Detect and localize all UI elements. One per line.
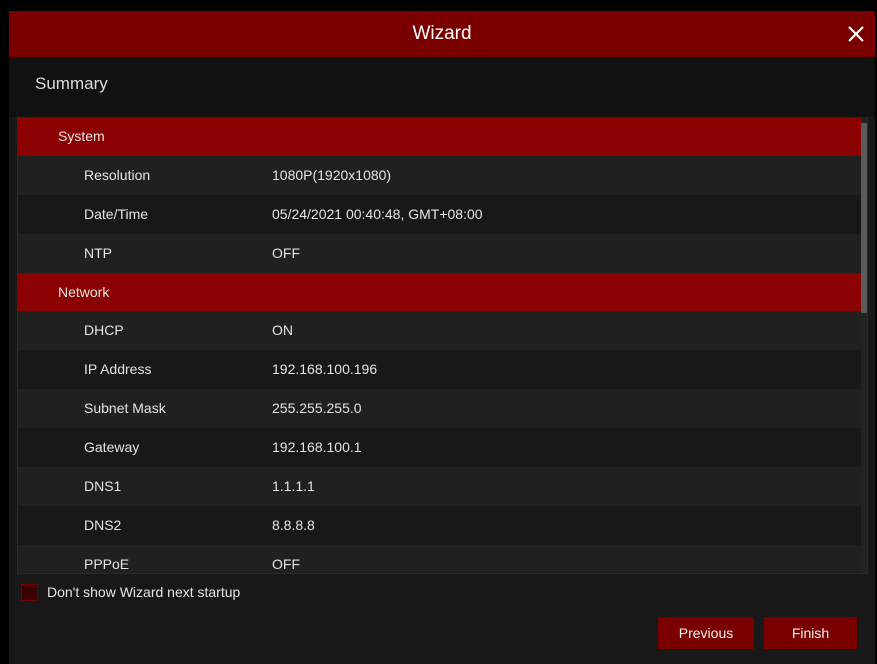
summary-rows: System Resolution 1080P(1920x1080) Date/… [18,117,861,573]
section-header-system: System [18,117,861,156]
summary-table: System Resolution 1080P(1920x1080) Date/… [17,117,868,574]
row-label: NTP [84,244,112,261]
close-icon [848,26,864,42]
scroll-down-arrow-icon[interactable] [861,567,867,573]
scrollbar-thumb[interactable] [861,123,867,313]
section-label: Network [58,283,110,300]
table-row: Resolution 1080P(1920x1080) [18,155,861,195]
row-value: 1.1.1.1 [272,478,315,495]
table-row: NTP OFF [18,233,861,273]
page-title: Summary [35,74,108,93]
title-bar: Wizard [9,11,875,57]
previous-button[interactable]: Previous [658,617,754,649]
close-button[interactable] [841,19,871,49]
row-value: 192.168.100.196 [272,361,378,378]
row-value: OFF [272,244,300,261]
row-label: DNS1 [84,478,122,495]
row-value: 192.168.100.1 [272,439,362,456]
row-label: IP Address [84,361,152,378]
page-header: Summary [9,57,875,117]
table-row: DHCP ON [18,311,861,351]
window-title: Wizard [412,23,472,44]
row-label: Subnet Mask [84,400,166,417]
row-value: 05/24/2021 00:40:48, GMT+08:00 [272,205,483,222]
row-value: ON [272,322,293,339]
table-row: PPPoE OFF [18,544,861,573]
row-label: DHCP [84,322,124,339]
row-label: Date/Time [84,205,149,222]
table-row: IP Address 192.168.100.196 [18,350,861,390]
table-row: DNS1 1.1.1.1 [18,467,861,506]
vertical-scrollbar[interactable] [861,117,867,573]
dont-show-checkbox[interactable] [21,584,38,601]
table-row: Subnet Mask 255.255.255.0 [18,389,861,429]
dont-show-label: Don't show Wizard next startup [47,584,241,600]
section-label: System [58,128,105,144]
table-row: DNS2 8.8.8.8 [18,505,861,545]
finish-button[interactable]: Finish [764,617,857,649]
wizard-window: Wizard Summary System Resolution 1080P(1… [9,11,875,664]
row-value: OFF [272,555,300,572]
table-row: Date/Time 05/24/2021 00:40:48, GMT+08:00 [18,194,861,234]
row-label: PPPoE [84,555,130,572]
row-label: Gateway [84,439,140,456]
row-label: DNS2 [84,516,122,533]
row-value: 8.8.8.8 [272,516,315,533]
row-value: 1080P(1920x1080) [272,166,392,183]
row-value: 255.255.255.0 [272,400,362,417]
section-header-network: Network [18,272,861,312]
row-label: Resolution [84,166,151,183]
table-row: Gateway 192.168.100.1 [18,428,861,468]
